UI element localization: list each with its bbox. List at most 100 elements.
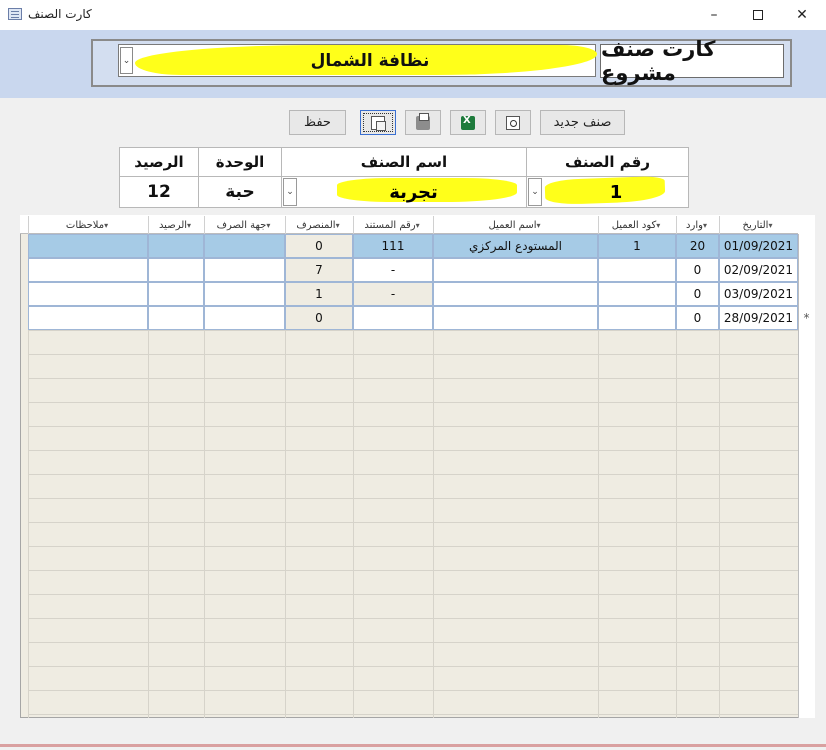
cell-notes[interactable] (28, 234, 148, 258)
chevron-down-icon[interactable]: ▾ (336, 221, 340, 230)
grid-line (28, 666, 798, 667)
column-header-date[interactable]: التاريخ ▾ (719, 216, 798, 234)
chevron-down-icon[interactable]: ▾ (266, 221, 270, 230)
chevron-down-icon[interactable]: ▾ (768, 221, 772, 230)
unit-label: الوحدة (198, 147, 282, 177)
select-all-corner[interactable] (798, 216, 815, 234)
column-header-label: ملاحظات (65, 219, 105, 231)
cell-outgoing[interactable]: 7 (285, 258, 353, 282)
copy-button[interactable] (360, 110, 396, 135)
grid-line (28, 546, 798, 547)
cell-outgoing[interactable]: 1 (285, 282, 353, 306)
cell-date[interactable]: 28/09/2021 (719, 306, 798, 330)
chevron-down-icon[interactable]: ▾ (656, 221, 660, 230)
chevron-down-icon[interactable]: ▾ (187, 221, 191, 230)
grid-line (28, 690, 798, 691)
cell-issue-to[interactable] (204, 282, 285, 306)
cell-balance[interactable] (148, 282, 204, 306)
cell-client-name[interactable] (433, 282, 598, 306)
maximize-icon (753, 10, 763, 20)
new-item-button[interactable]: صنف جديد (540, 110, 625, 135)
chevron-down-icon[interactable]: ▾ (104, 221, 108, 230)
form-title: كارت صنف مشروع (600, 37, 784, 85)
print-button[interactable] (405, 110, 441, 135)
grid-line (28, 498, 798, 499)
cell-date[interactable]: 01/09/2021 (719, 234, 798, 258)
column-header-balance[interactable]: الرصيد ▾ (148, 216, 204, 234)
column-header-notes[interactable]: ملاحظات ▾ (28, 216, 148, 234)
preview-button[interactable] (495, 110, 531, 135)
table-row[interactable]: 28/09/2021 0 0 * (28, 306, 810, 330)
grid-line (28, 714, 798, 715)
cell-doc-no[interactable]: 111 (353, 234, 433, 258)
maximize-button[interactable] (736, 0, 780, 30)
preview-icon (506, 115, 520, 130)
grid-line (28, 378, 798, 379)
row-selector[interactable] (798, 282, 815, 306)
item-code-value[interactable]: 1 (526, 176, 706, 208)
cell-doc-no[interactable]: - (353, 258, 433, 282)
print-icon (416, 112, 430, 130)
table-row[interactable]: 03/09/2021 0 -1 (28, 282, 798, 306)
cell-incoming[interactable]: 0 (676, 306, 719, 330)
cell-notes[interactable] (28, 258, 148, 282)
close-button[interactable]: ✕ (780, 0, 824, 30)
chevron-down-icon[interactable]: ▾ (703, 221, 707, 230)
cell-doc-no[interactable] (353, 306, 433, 330)
cell-client-code[interactable] (598, 282, 676, 306)
cell-client-code[interactable] (598, 306, 676, 330)
chevron-down-icon[interactable]: ▾ (537, 221, 541, 230)
cell-outgoing[interactable]: 0 (285, 306, 353, 330)
excel-export-button[interactable] (450, 110, 486, 135)
cell-incoming[interactable]: 0 (676, 282, 719, 306)
column-header-client-code[interactable]: كود العميل ▾ (598, 216, 676, 234)
cell-incoming[interactable]: 20 (676, 234, 719, 258)
grid-line (28, 642, 798, 643)
chevron-down-icon[interactable]: ⌄ (120, 47, 133, 74)
column-header-label: كود العميل (611, 219, 657, 231)
save-button[interactable]: حفظ (289, 110, 346, 135)
grid-line (28, 474, 798, 475)
cell-issue-to[interactable] (204, 306, 285, 330)
column-header-issue-to[interactable]: جهة الصرف ▾ (204, 216, 285, 234)
cell-doc-no[interactable]: - (353, 282, 433, 306)
chevron-down-icon[interactable]: ⌄ (283, 178, 297, 206)
cell-client-code[interactable]: 1 (598, 234, 676, 258)
window-bottom-edge (0, 744, 826, 747)
cell-date[interactable]: 03/09/2021 (719, 282, 798, 306)
cell-incoming[interactable]: 0 (676, 258, 719, 282)
cell-client-name[interactable]: المستودع المركزي (433, 234, 598, 258)
cell-issue-to[interactable] (204, 258, 285, 282)
cell-notes[interactable] (28, 282, 148, 306)
column-header-outgoing[interactable]: المنصرف ▾ (285, 216, 353, 234)
grid-line (28, 402, 798, 403)
cell-client-name[interactable] (433, 306, 598, 330)
cell-issue-to[interactable] (204, 234, 285, 258)
chevron-down-icon[interactable]: ▾ (416, 221, 420, 230)
cell-client-code[interactable] (598, 258, 676, 282)
column-header-incoming[interactable]: وارد ▾ (676, 216, 719, 234)
cell-balance[interactable] (148, 258, 204, 282)
column-header-label: اسم العميل (488, 219, 537, 231)
column-header-label: وارد (686, 219, 703, 231)
cell-outgoing[interactable]: 0 (285, 234, 353, 258)
cell-date[interactable]: 02/09/2021 (719, 258, 798, 282)
cell-client-name[interactable] (433, 258, 598, 282)
row-selector[interactable] (798, 234, 815, 258)
table-row[interactable]: 02/09/2021 0 -7 (28, 258, 798, 282)
row-selector[interactable] (798, 258, 815, 282)
column-header-client-name[interactable]: اسم العميل ▾ (433, 216, 598, 234)
balance-label: الرصيد (119, 147, 199, 177)
column-header-doc-no[interactable]: رقم المستند ▾ (353, 216, 433, 234)
project-select-value[interactable]: نظافة الشمال (150, 44, 590, 77)
column-header-label: رقم المستند (364, 219, 416, 231)
cell-balance[interactable] (148, 234, 204, 258)
cell-notes[interactable] (28, 306, 148, 330)
chevron-down-icon[interactable]: ⌄ (528, 178, 542, 206)
minimize-button[interactable]: – (692, 0, 736, 30)
cell-balance[interactable] (148, 306, 204, 330)
row-selector[interactable]: * (798, 306, 815, 330)
item-name-value[interactable]: تجربة (300, 176, 527, 208)
unit-value: حبة (198, 176, 282, 208)
table-row[interactable]: 01/09/2021 20 1 المستودع المركزي 111 0 (28, 234, 798, 258)
